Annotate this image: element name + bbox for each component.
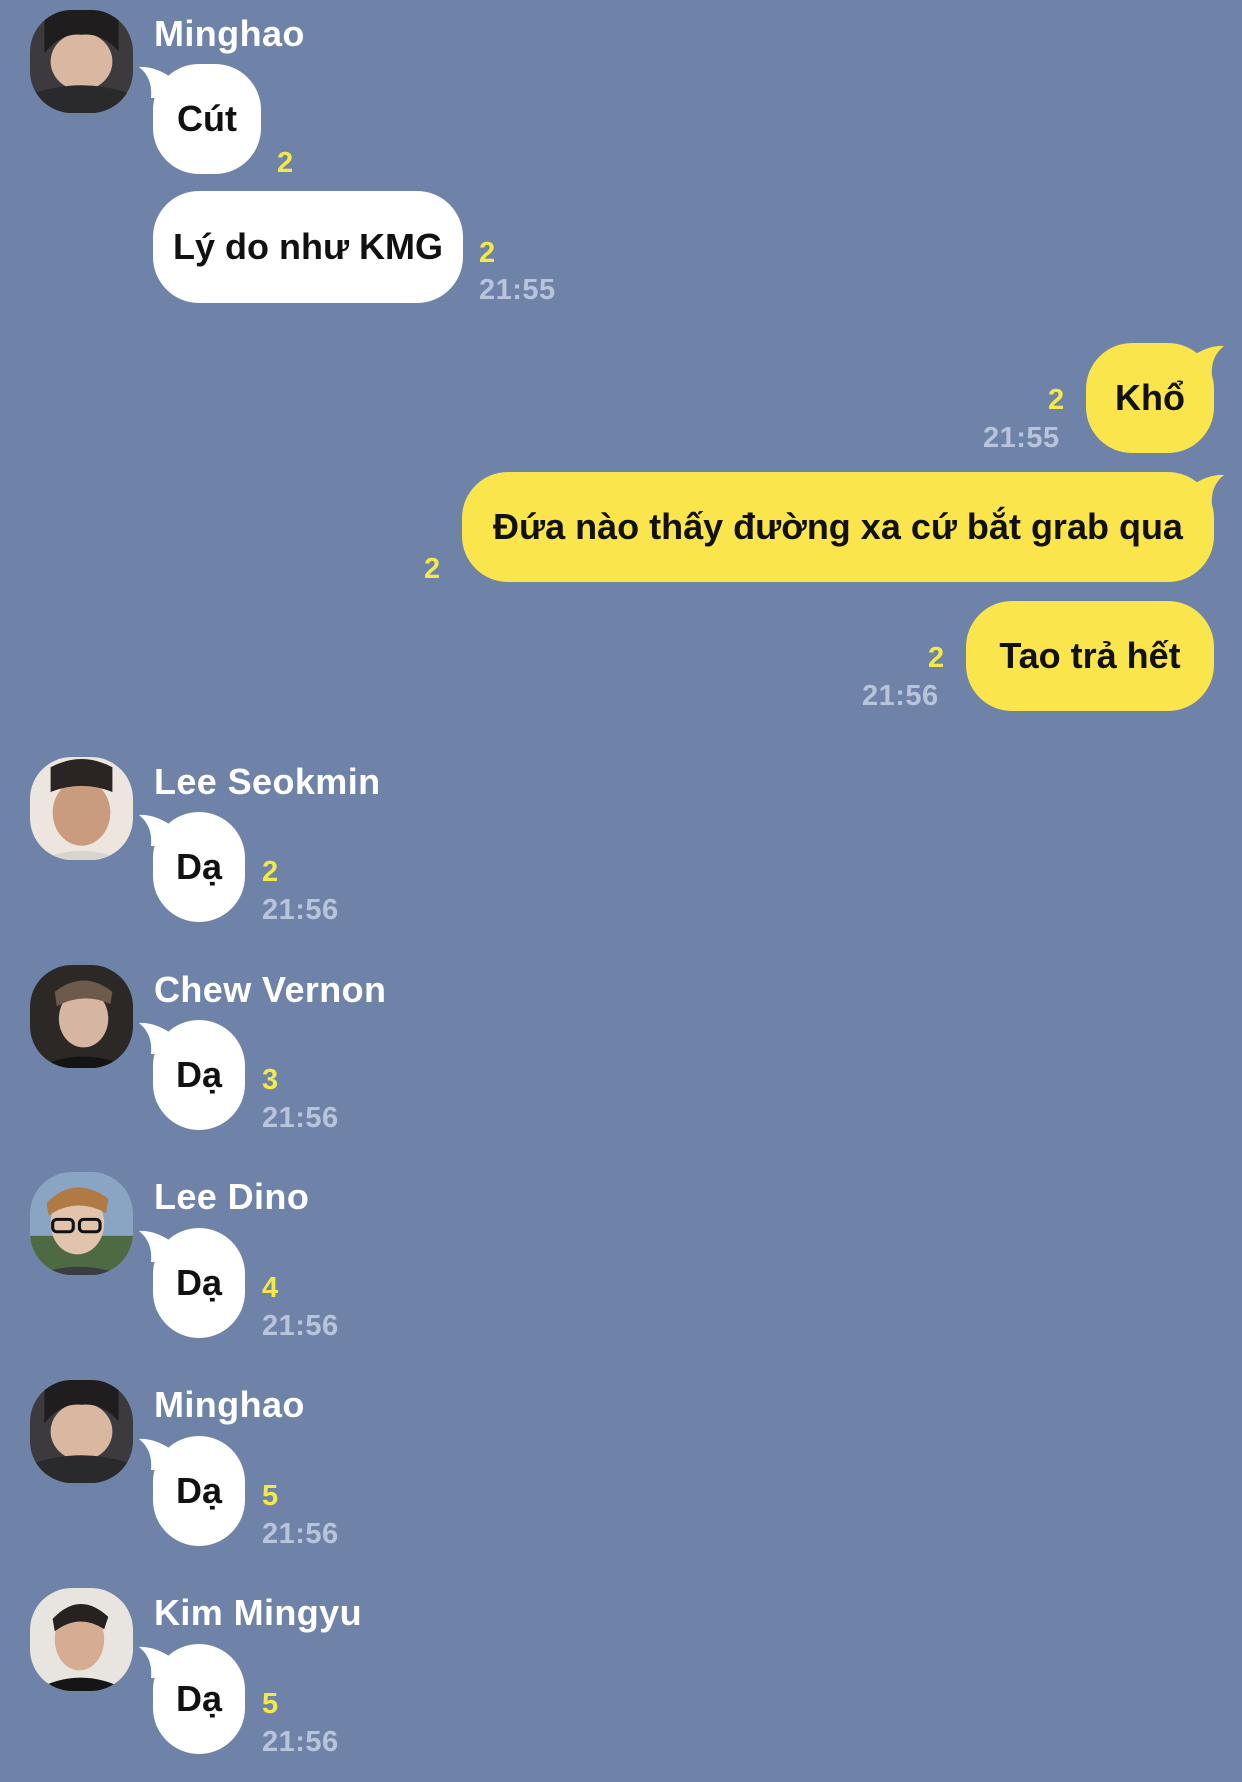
message-bubble[interactable]: Tao trả hết — [966, 601, 1214, 711]
avatar-minghao[interactable] — [30, 1380, 133, 1483]
avatar-chew-vernon[interactable] — [30, 965, 133, 1068]
sender-name: Lee Dino — [154, 1176, 310, 1217]
unread-count: 4 — [262, 1272, 279, 1304]
message-bubble[interactable]: Dạ — [139, 1436, 245, 1546]
sender-name: Kim Mingyu — [154, 1592, 362, 1633]
unread-count: 2 — [424, 553, 441, 585]
message-text: Dạ — [175, 1054, 223, 1095]
message-time: 21:56 — [862, 680, 939, 712]
message-bubble[interactable]: Khổ — [1086, 343, 1224, 453]
message-text: Dạ — [175, 846, 223, 887]
unread-count: 2 — [262, 856, 279, 888]
message-text: Lý do như KMG — [172, 226, 444, 267]
message-bubble[interactable]: Dạ — [139, 1020, 245, 1130]
avatar-lee-seokmin[interactable] — [30, 757, 133, 860]
message-text: Khổ — [1115, 377, 1185, 418]
unread-count: 3 — [262, 1064, 279, 1096]
avatar-image — [30, 10, 133, 113]
message-text: Tao trả hết — [999, 635, 1181, 676]
bubble-tail — [1184, 345, 1224, 377]
message-bubble[interactable]: Đứa nào thấy đường xa cứ bắt grab qua — [462, 472, 1224, 582]
bubble-tail — [139, 1022, 179, 1054]
message-bubble[interactable]: Dạ — [139, 1644, 245, 1754]
unread-count: 2 — [277, 147, 294, 179]
sender-name: Chew Vernon — [154, 969, 387, 1010]
avatar-image — [30, 1588, 133, 1691]
message-text: Dạ — [175, 1262, 223, 1303]
chat-message-list[interactable]: Minghao Cút 2 Lý do như KMG 2 21:55 Khổ … — [0, 0, 1242, 1782]
message-bubble[interactable]: Dạ — [139, 1228, 245, 1338]
unread-count: 2 — [928, 642, 945, 674]
message-text: Dạ — [175, 1678, 223, 1719]
message-time: 21:56 — [262, 1102, 339, 1134]
message-text: Dạ — [175, 1470, 223, 1511]
avatar-image — [30, 757, 133, 860]
message-time: 21:56 — [262, 1310, 339, 1342]
message-time: 21:55 — [983, 422, 1060, 454]
bubble-tail — [1184, 474, 1224, 506]
message-time: 21:56 — [262, 1726, 339, 1758]
message-bubble[interactable]: Cút — [139, 64, 261, 174]
bubble-tail — [139, 1646, 179, 1678]
avatar-image — [30, 1172, 133, 1275]
message-time: 21:56 — [262, 1518, 339, 1550]
unread-count: 5 — [262, 1688, 279, 1720]
avatar-image — [30, 965, 133, 1068]
message-time: 21:56 — [262, 894, 339, 926]
avatar-minghao[interactable] — [30, 10, 133, 113]
message-bubble[interactable]: Lý do như KMG — [153, 191, 463, 303]
avatar-kim-mingyu[interactable] — [30, 1588, 133, 1691]
sender-name: Minghao — [154, 13, 305, 54]
unread-count: 5 — [262, 1480, 279, 1512]
bubble-tail — [139, 66, 179, 98]
bubble-tail — [139, 1438, 179, 1470]
message-text: Cút — [177, 98, 237, 139]
sender-name: Minghao — [154, 1384, 305, 1425]
avatar-image — [30, 1380, 133, 1483]
avatar-lee-dino[interactable] — [30, 1172, 133, 1275]
bubble-tail — [139, 1230, 179, 1262]
unread-count: 2 — [479, 237, 496, 269]
message-bubble[interactable]: Dạ — [139, 812, 245, 922]
message-text: Đứa nào thấy đường xa cứ bắt grab qua — [493, 506, 1183, 547]
sender-name: Lee Seokmin — [154, 761, 381, 802]
message-time: 21:55 — [479, 274, 556, 306]
bubble-tail — [139, 814, 179, 846]
unread-count: 2 — [1048, 384, 1065, 416]
